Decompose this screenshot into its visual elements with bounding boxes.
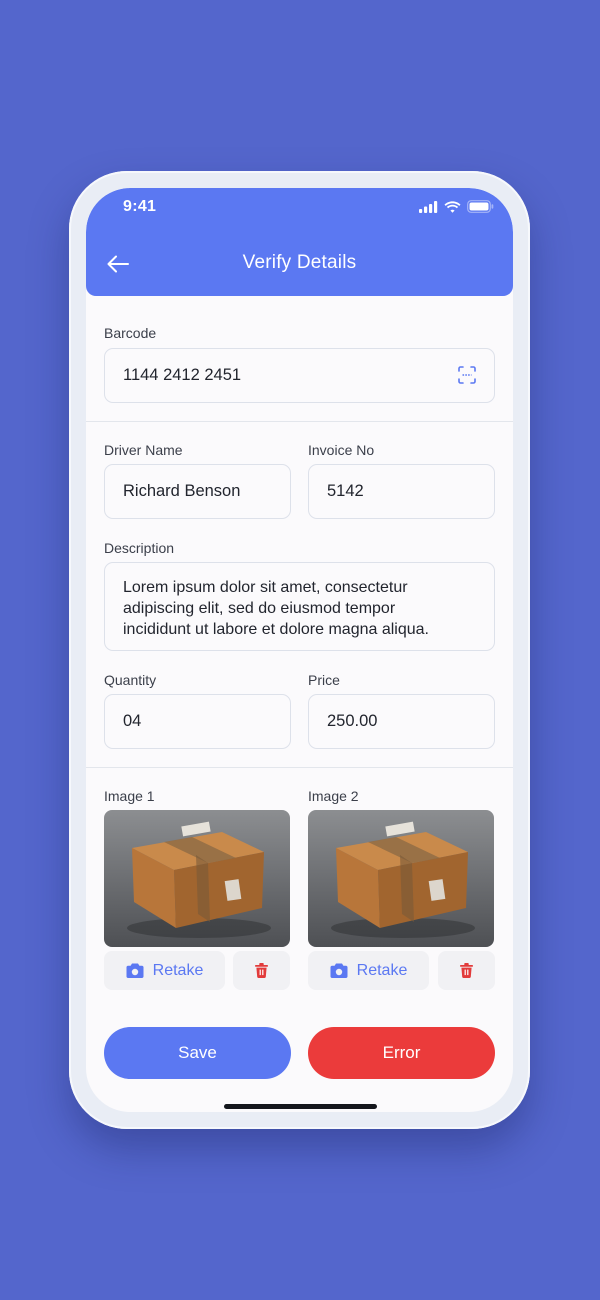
- description-label: Description: [104, 540, 175, 556]
- image-1-label: Image 1: [104, 788, 155, 804]
- price-value: 250.00: [327, 712, 378, 730]
- invoice-no-value: 5142: [327, 482, 364, 500]
- price-label: Price: [308, 672, 340, 688]
- status-time: 9:41: [123, 198, 157, 215]
- barcode-field[interactable]: 1144 2412 2451: [104, 348, 495, 403]
- driver-name-label: Driver Name: [104, 442, 183, 458]
- invoice-no-label: Invoice No: [308, 442, 375, 458]
- section-divider: [86, 767, 513, 768]
- save-button[interactable]: Save: [104, 1027, 291, 1079]
- page-title: Verify Details: [242, 252, 357, 273]
- section-divider: [86, 421, 513, 422]
- retake-label: Retake: [152, 961, 204, 979]
- signal-icon: [419, 200, 438, 213]
- description-line: adipiscing elit, sed do eiusmod tempor: [123, 600, 396, 617]
- description-field[interactable]: Lorem ipsum dolor sit amet, consectetur …: [104, 562, 495, 651]
- image-1-photo: [104, 810, 290, 947]
- retake-label: Retake: [356, 961, 408, 979]
- quantity-field[interactable]: 04: [104, 694, 291, 749]
- barcode-value: 1144 2412 2451: [123, 366, 242, 384]
- invoice-no-field[interactable]: 5142: [308, 464, 495, 519]
- trash-icon: [460, 963, 473, 978]
- price-field[interactable]: 250.00: [308, 694, 495, 749]
- home-indicator: [224, 1104, 377, 1109]
- barcode-label: Barcode: [104, 325, 157, 341]
- description-line: incididunt ut labore et dolore magna ali…: [123, 621, 429, 638]
- image-2-label: Image 2: [308, 788, 359, 804]
- driver-name-field[interactable]: Richard Benson: [104, 464, 291, 519]
- app-screen: 9:41 Verify Details Barcode 1144 2412 24…: [86, 188, 513, 1112]
- status-icons: [419, 200, 494, 213]
- wifi-icon: [444, 200, 461, 213]
- barcode-scan-icon[interactable]: [458, 366, 476, 384]
- camera-icon: [330, 963, 348, 978]
- header-bar: 9:41 Verify Details: [86, 188, 513, 296]
- image-2-retake-button[interactable]: Retake: [308, 951, 429, 990]
- battery-icon: [467, 200, 494, 213]
- camera-icon: [126, 963, 144, 978]
- image-2-delete-button[interactable]: [438, 951, 495, 990]
- image-2-photo: [308, 810, 494, 947]
- quantity-value: 04: [123, 712, 142, 730]
- error-button[interactable]: Error: [308, 1027, 495, 1079]
- image-1-delete-button[interactable]: [233, 951, 290, 990]
- quantity-label: Quantity: [104, 672, 157, 688]
- trash-icon: [255, 963, 268, 978]
- driver-name-value: Richard Benson: [123, 482, 241, 500]
- image-1-retake-button[interactable]: Retake: [104, 951, 225, 990]
- description-line: Lorem ipsum dolor sit amet, consectetur: [123, 579, 408, 596]
